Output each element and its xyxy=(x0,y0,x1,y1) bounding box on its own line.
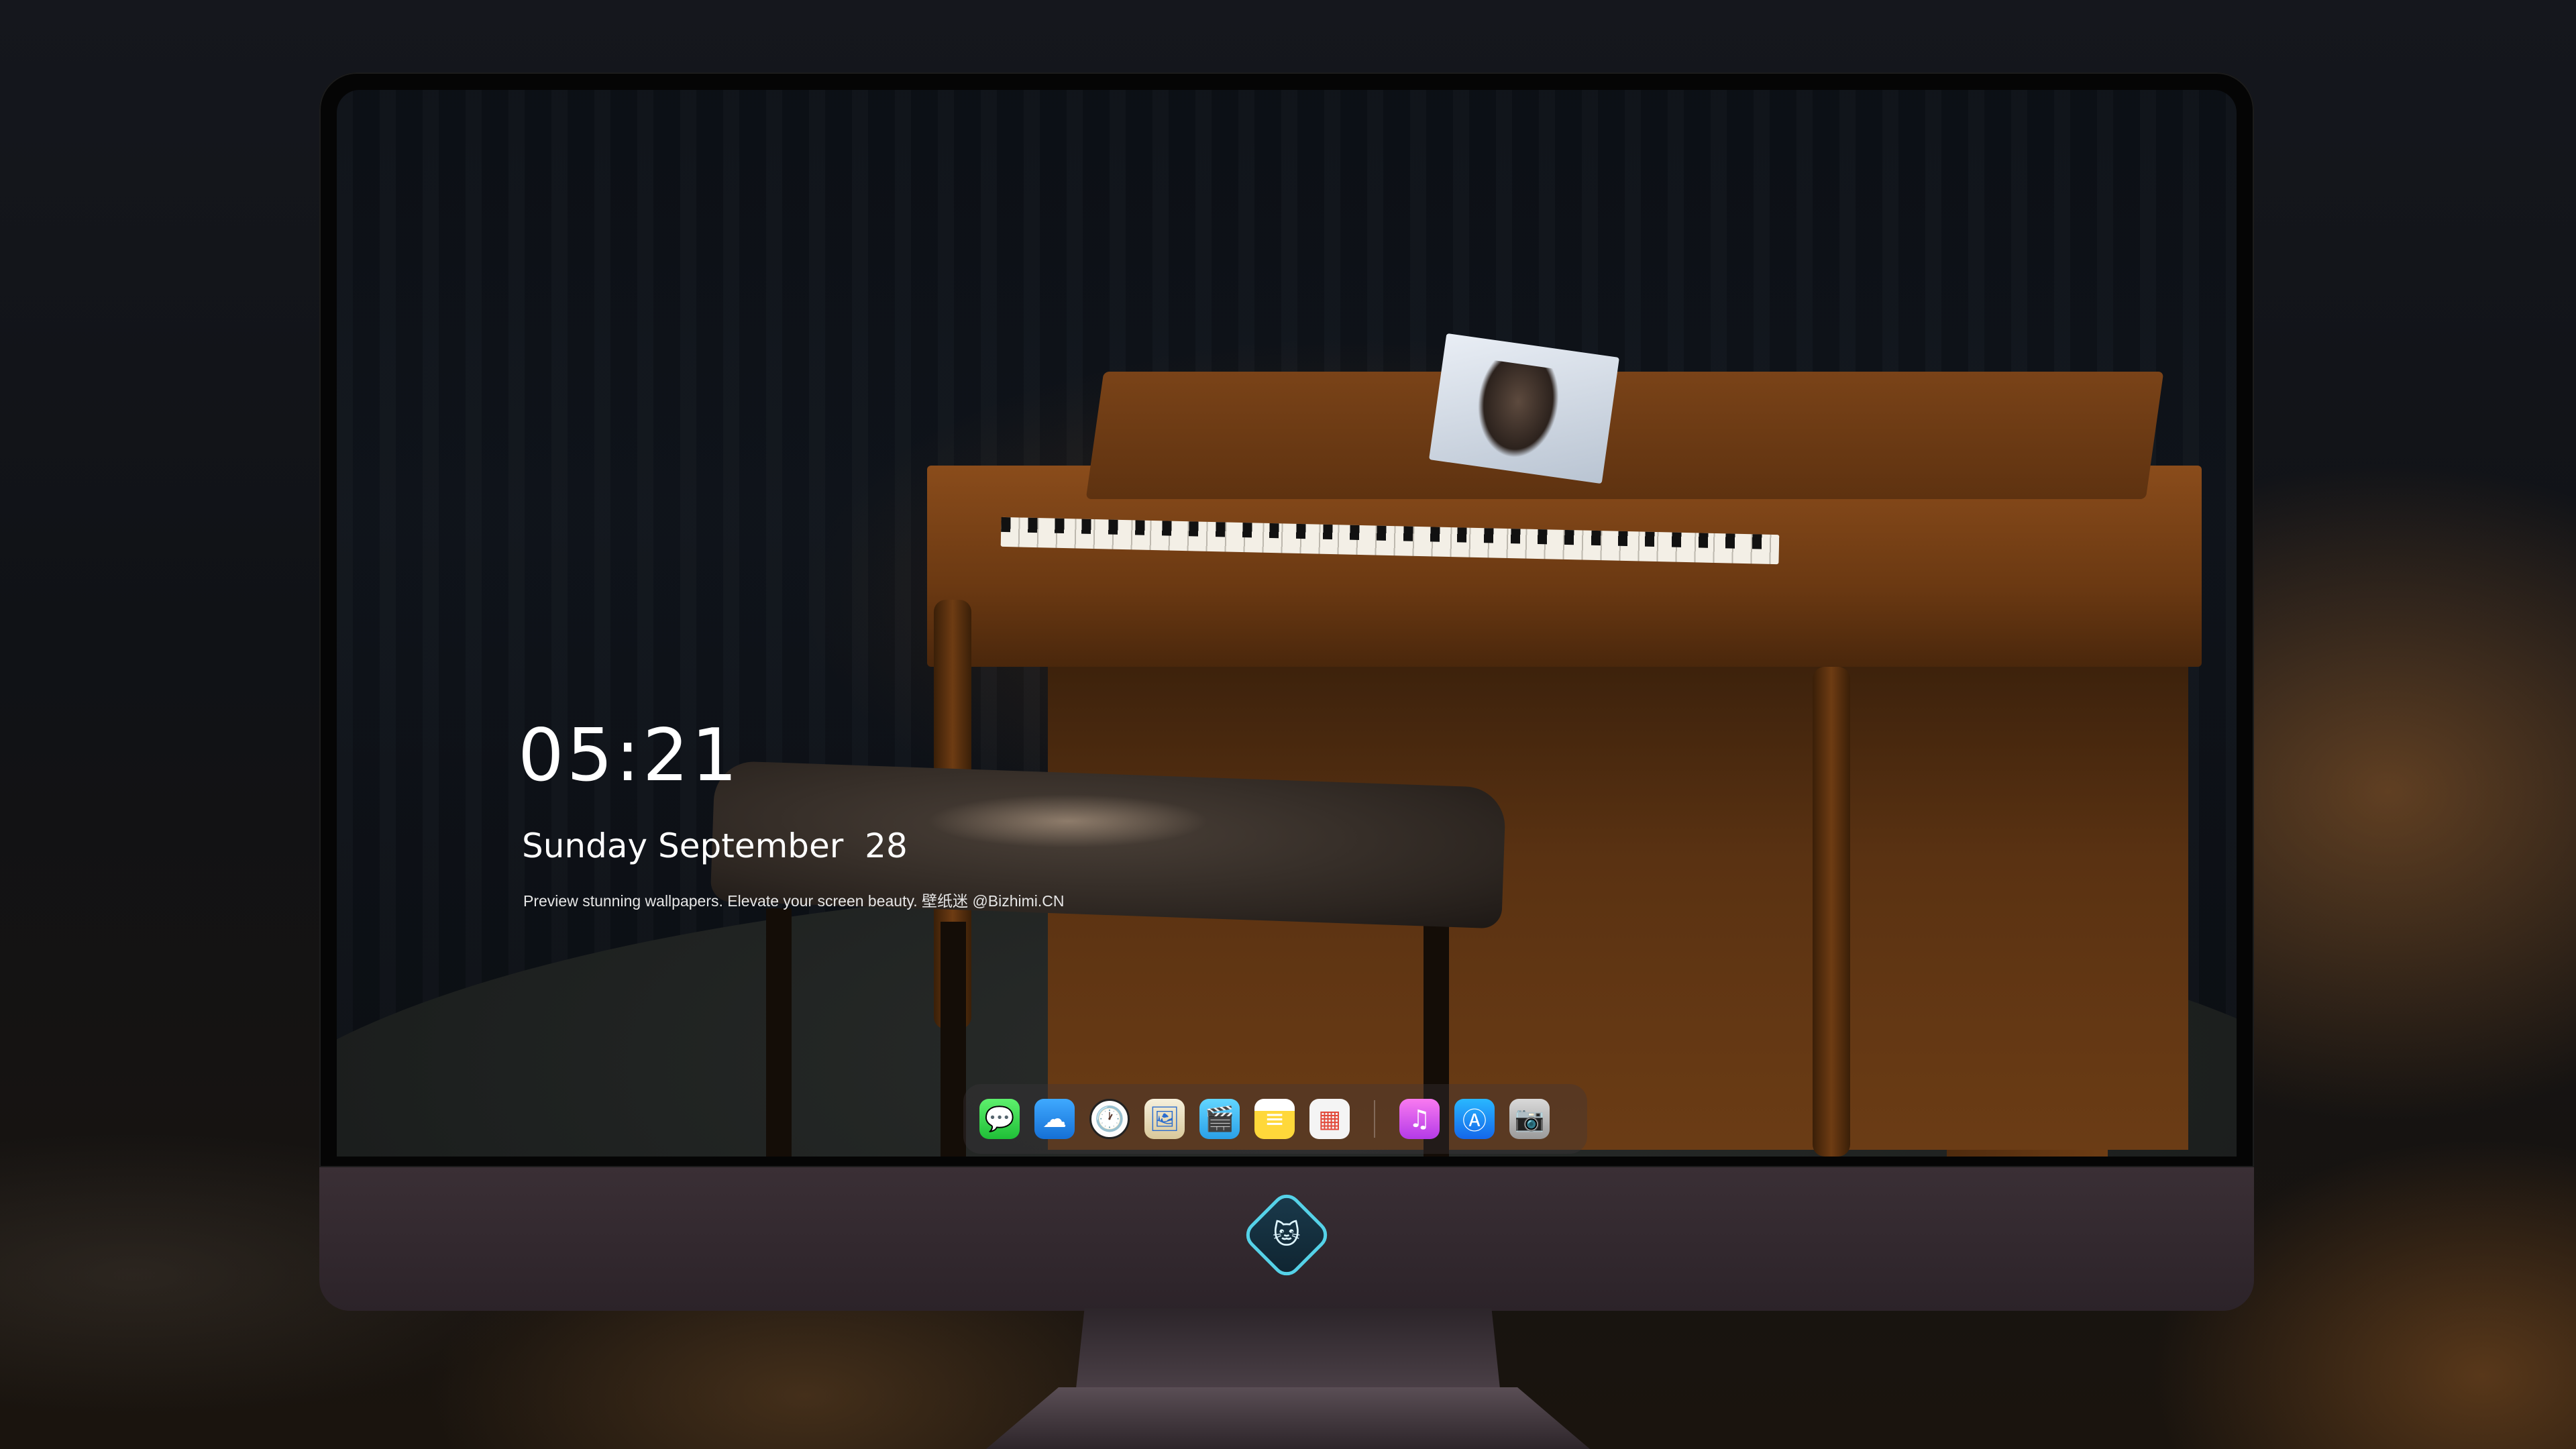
monitor-bezel: 05:21 Sunday September 28 Preview stunni… xyxy=(319,72,2254,1167)
wallpaper-piano-leg xyxy=(1813,667,1850,1157)
preview-icon[interactable]: 🖼 xyxy=(1144,1099,1185,1139)
wallpaper-piano-lid xyxy=(1085,372,2164,499)
wallpaper-bench-embroidery xyxy=(927,794,1209,848)
messages-icon[interactable]: 💬 xyxy=(979,1099,1020,1139)
lockscreen-date: Sunday September 28 xyxy=(522,826,908,865)
monitor-stand-neck xyxy=(1076,1308,1500,1389)
wallpaper-bench-leg xyxy=(766,908,792,1157)
camera-icon[interactable]: 📷 xyxy=(1509,1099,1550,1139)
monitor: 05:21 Sunday September 28 Preview stunni… xyxy=(319,72,2254,1311)
dock-separator xyxy=(1374,1100,1375,1138)
lockscreen-tagline: Preview stunning wallpapers. Elevate you… xyxy=(523,892,1065,910)
notes-icon[interactable]: ≡ xyxy=(1254,1099,1295,1139)
dock: 💬 ☁ 🕐 🖼 🎬 ≡ ▦ ♫ Ⓐ 📷 xyxy=(963,1084,1587,1154)
lockscreen-time: 05:21 xyxy=(518,714,741,798)
app-store-icon[interactable]: Ⓐ xyxy=(1454,1099,1495,1139)
brand-logo-glyph: 🐱 xyxy=(1273,1219,1301,1250)
clips-icon[interactable]: 🎬 xyxy=(1199,1099,1240,1139)
clock-icon[interactable]: 🕐 xyxy=(1089,1099,1130,1139)
itunes-icon[interactable]: ♫ xyxy=(1399,1099,1440,1139)
monitor-stand-base xyxy=(986,1387,1590,1449)
wallpaper-bench-leg xyxy=(941,922,966,1157)
weather-icon[interactable]: ☁ xyxy=(1034,1099,1075,1139)
lock-screen[interactable]: 05:21 Sunday September 28 Preview stunni… xyxy=(337,90,2237,1157)
wallpaper-sheet-music xyxy=(1429,333,1619,484)
photos-icon[interactable]: ▦ xyxy=(1309,1099,1350,1139)
